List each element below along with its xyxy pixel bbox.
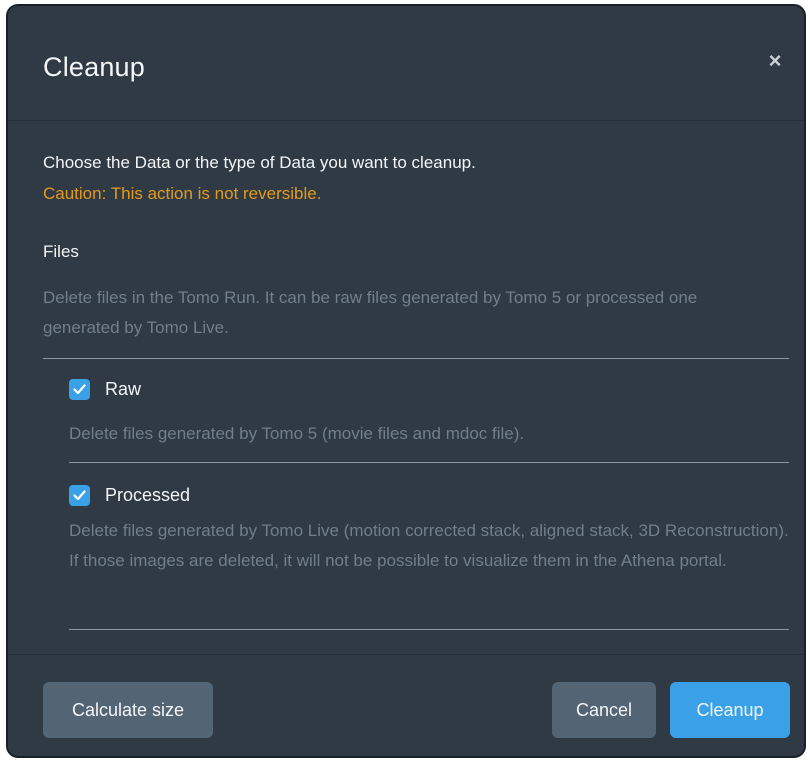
checkmark-icon [73, 383, 86, 394]
processed-option-label: Processed [105, 484, 191, 505]
dialog-header: Cleanup × [8, 6, 804, 121]
checkmark-icon [73, 489, 86, 500]
divider [69, 629, 789, 630]
dialog-footer: Calculate size Cancel Cleanup [8, 654, 804, 756]
cancel-button[interactable]: Cancel [552, 682, 656, 738]
raw-checkbox[interactable] [69, 378, 90, 400]
processed-checkbox[interactable] [69, 484, 90, 506]
files-section-title: Files [43, 242, 79, 261]
dialog-body: Choose the Data or the type of Data you … [8, 121, 804, 654]
intro-text: Choose the Data or the type of Data you … [43, 153, 476, 172]
cleanup-dialog: Cleanup × Choose the Data or the type of… [6, 4, 806, 758]
close-icon[interactable]: × [762, 48, 788, 74]
cleanup-button[interactable]: Cleanup [670, 682, 790, 738]
raw-option-description: Delete files generated by Tomo 5 (movie … [69, 424, 525, 443]
raw-option[interactable]: Raw [69, 377, 141, 401]
processed-option[interactable]: Processed [69, 483, 190, 507]
divider [69, 462, 789, 463]
calculate-size-button[interactable]: Calculate size [43, 682, 213, 738]
caution-text: Caution: This action is not reversible. [43, 184, 322, 203]
processed-option-description: Delete files generated by Tomo Live (mot… [69, 521, 789, 570]
divider [43, 358, 789, 359]
raw-option-label: Raw [105, 378, 142, 399]
dialog-title: Cleanup [43, 52, 145, 82]
files-section-description: Delete files in the Tomo Run. It can be … [43, 288, 698, 337]
